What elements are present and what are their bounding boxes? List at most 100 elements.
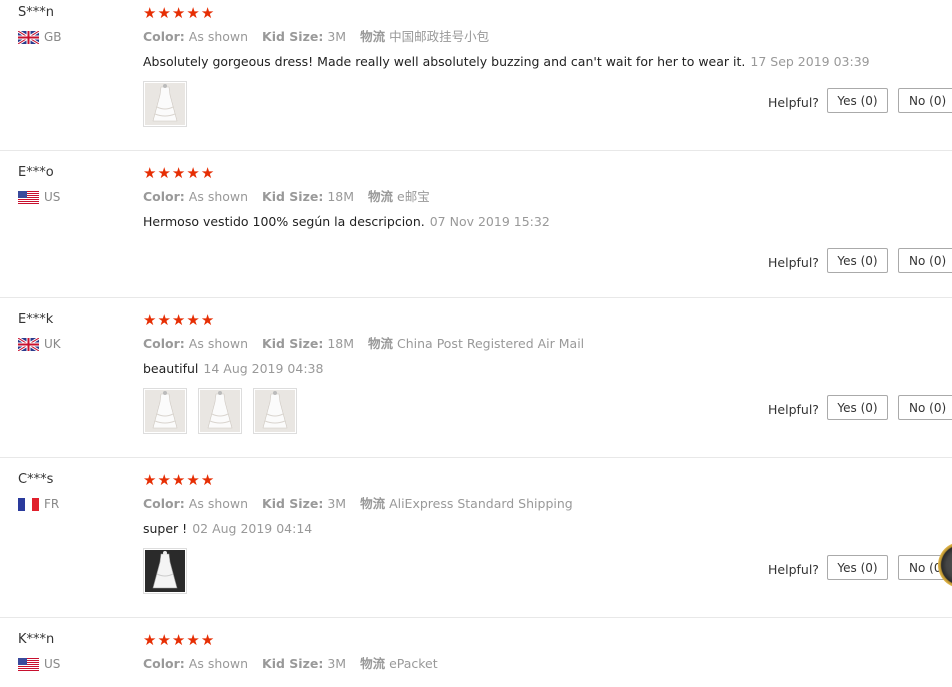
star-icon: ★ xyxy=(157,4,171,22)
review-text-row: beautiful 14 Aug 2019 04:38 xyxy=(143,361,952,377)
color-value: As shown xyxy=(188,29,249,44)
shipping-label: 物流 xyxy=(360,29,386,44)
shipping-value: 中国邮政挂号小包 xyxy=(389,29,490,44)
star-rating: ★★★★★ xyxy=(143,632,952,648)
star-icon: ★ xyxy=(171,4,186,22)
shipping-label: 物流 xyxy=(360,496,386,511)
review-content: ★★★★★ Color: As shown Kid Size: 18M 物流 e… xyxy=(143,165,952,230)
star-icon: ★ xyxy=(157,471,171,489)
star-icon: ★ xyxy=(186,631,200,649)
review-photo-thumbnail[interactable] xyxy=(198,388,242,434)
helpful-yes-button[interactable]: Yes (0) xyxy=(827,248,888,273)
review-photo-thumbnail[interactable] xyxy=(253,388,297,434)
reviewer-name: E***o xyxy=(18,165,54,180)
review-attributes: Color: As shown Kid Size: 18M 物流 e邮宝 xyxy=(143,189,952,205)
helpful-no-button[interactable]: No (0) xyxy=(898,88,952,113)
dress-photo xyxy=(145,550,185,592)
review-text: Absolutely gorgeous dress! Made really w… xyxy=(143,54,746,69)
helpful-yes-button[interactable]: Yes (0) xyxy=(827,395,888,420)
helpful-label: Helpful? xyxy=(768,255,819,270)
uk-flag-icon xyxy=(18,338,39,351)
star-icon: ★ xyxy=(157,311,171,329)
review-photo-thumbnail[interactable] xyxy=(143,388,187,434)
reviewer-info: E***k UK xyxy=(18,312,128,351)
kid-size-label: Kid Size: xyxy=(262,189,324,204)
dress-photo xyxy=(145,390,185,432)
review-text: beautiful xyxy=(143,361,199,376)
color-label: Color: xyxy=(143,336,185,351)
helpful-no-button[interactable]: No (0) xyxy=(898,248,952,273)
helpful-label: Helpful? xyxy=(768,95,819,110)
review-photo-thumbnail[interactable] xyxy=(143,548,187,594)
color-value: As shown xyxy=(188,496,249,511)
star-rating: ★★★★★ xyxy=(143,165,952,181)
star-icon: ★ xyxy=(171,471,186,489)
fr-flag-icon xyxy=(18,498,39,511)
country-code: US xyxy=(44,657,61,671)
reviewer-country: US xyxy=(18,190,128,204)
kid-size-value: 18M xyxy=(327,189,355,204)
reviewer-country: US xyxy=(18,657,128,671)
review-date: 14 Aug 2019 04:38 xyxy=(203,361,324,376)
review-item: E***o US ★★★★★ Color: As shown Kid Size:… xyxy=(0,160,952,298)
reviewer-info: C***s FR xyxy=(18,472,128,511)
review-date: 07 Nov 2019 15:32 xyxy=(429,214,550,229)
star-icon: ★ xyxy=(186,311,200,329)
helpful-yes-button[interactable]: Yes (0) xyxy=(827,555,888,580)
shipping-label: 物流 xyxy=(368,189,394,204)
kid-size-label: Kid Size: xyxy=(262,496,324,511)
color-label: Color: xyxy=(143,496,185,511)
kid-size-value: 3M xyxy=(327,29,347,44)
star-icon: ★ xyxy=(143,631,157,649)
kid-size-value: 3M xyxy=(327,496,347,511)
country-code: GB xyxy=(44,30,62,44)
review-item: S***n GB ★★★★★ Color: As shown Kid Size:… xyxy=(0,0,952,151)
review-text: super ! xyxy=(143,521,188,536)
review-item: K***n US ★★★★★ Color: As shown Kid Size:… xyxy=(0,627,952,687)
helpful-label: Helpful? xyxy=(768,562,819,577)
star-icon: ★ xyxy=(143,471,157,489)
color-value: As shown xyxy=(188,656,249,671)
star-icon: ★ xyxy=(200,631,215,649)
shipping-value: ePacket xyxy=(389,656,438,671)
star-icon: ★ xyxy=(200,164,215,182)
star-icon: ★ xyxy=(200,4,215,22)
kid-size-value: 18M xyxy=(327,336,355,351)
star-icon: ★ xyxy=(186,164,200,182)
reviewer-name: S***n xyxy=(18,5,54,20)
star-icon: ★ xyxy=(143,4,157,22)
reviewer-country: UK xyxy=(18,337,128,351)
review-attributes: Color: As shown Kid Size: 3M 物流 中国邮政挂号小包 xyxy=(143,29,952,45)
review-item: C***s FR ★★★★★ Color: As shown Kid Size:… xyxy=(0,467,952,618)
helpful-yes-button[interactable]: Yes (0) xyxy=(827,88,888,113)
color-value: As shown xyxy=(188,336,249,351)
kid-size-label: Kid Size: xyxy=(262,29,324,44)
review-photo-thumbnail[interactable] xyxy=(143,81,187,127)
uk-flag-icon xyxy=(18,31,39,44)
star-rating: ★★★★★ xyxy=(143,5,952,21)
review-content: ★★★★★ Color: As shown Kid Size: 3M 物流 eP… xyxy=(143,632,952,672)
color-value: As shown xyxy=(188,189,249,204)
star-icon: ★ xyxy=(143,164,157,182)
review-item: E***k UK ★★★★★ Color: As shown Kid Size:… xyxy=(0,307,952,458)
shipping-label: 物流 xyxy=(368,336,394,351)
dress-photo xyxy=(145,83,185,125)
us-flag-icon xyxy=(18,191,39,204)
country-code: UK xyxy=(44,337,61,351)
review-date: 17 Sep 2019 03:39 xyxy=(750,54,870,69)
review-attributes: Color: As shown Kid Size: 18M 物流 China P… xyxy=(143,336,952,352)
reviewer-name: K***n xyxy=(18,632,55,647)
star-icon: ★ xyxy=(186,471,200,489)
star-icon: ★ xyxy=(200,471,215,489)
helpful-no-button[interactable]: No (0) xyxy=(898,395,952,420)
star-icon: ★ xyxy=(171,311,186,329)
reviewer-country: GB xyxy=(18,30,128,44)
star-icon: ★ xyxy=(157,164,171,182)
shipping-value: China Post Registered Air Mail xyxy=(397,336,585,351)
country-code: US xyxy=(44,190,61,204)
color-label: Color: xyxy=(143,656,185,671)
shipping-value: AliExpress Standard Shipping xyxy=(389,496,573,511)
reviewer-info: S***n GB xyxy=(18,5,128,44)
reviewer-info: E***o US xyxy=(18,165,128,204)
country-code: FR xyxy=(44,497,60,511)
